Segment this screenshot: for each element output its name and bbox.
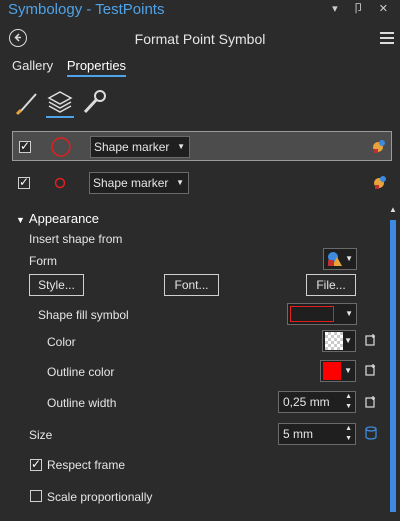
chevron-down-icon: ▼	[344, 366, 352, 375]
color-label: Color	[47, 335, 76, 349]
chevron-down-icon: ▼	[177, 142, 185, 151]
layers-icon[interactable]	[46, 88, 74, 118]
outline-color-picker[interactable]: ▼	[320, 360, 356, 382]
respect-frame-label: Respect frame	[47, 458, 126, 472]
marker-type-value: Shape marker	[93, 176, 169, 190]
marker-type-value: Shape marker	[94, 140, 170, 154]
form-dropdown[interactable]: ▼	[323, 248, 357, 270]
wrench-icon[interactable]	[80, 88, 108, 116]
symbol-layer-row[interactable]: Shape marker ▼	[12, 168, 392, 198]
scale-proportionally-label: Scale proportionally	[47, 490, 153, 504]
outline-width-input[interactable]: 0,25 mm ▲ ▼	[278, 391, 356, 413]
form-label: Form	[29, 254, 57, 268]
marker-type-dropdown[interactable]: Shape marker ▼	[90, 136, 190, 158]
insert-shape-from-label: Insert shape from	[29, 232, 123, 246]
symbol-layer-row[interactable]: Shape marker ▼	[12, 131, 392, 161]
appearance-label: Appearance	[28, 211, 100, 226]
respect-frame-checkbox[interactable]	[30, 457, 42, 471]
shape-fill-symbol-label: Shape fill symbol	[38, 308, 129, 322]
chevron-down-icon: ▼	[344, 336, 352, 345]
paintbrush-icon[interactable]	[14, 88, 42, 116]
file-button[interactable]: File...	[306, 274, 356, 296]
outline-width-label: Outline width	[47, 396, 117, 410]
color-picker[interactable]: ▼	[322, 330, 356, 352]
outline-color-swatch	[323, 362, 341, 380]
marker-color-icon[interactable]	[372, 174, 388, 190]
style-button[interactable]: Style...	[29, 274, 84, 296]
fill-symbol-swatch	[290, 306, 334, 322]
appearance-section-header[interactable]: ▼ Appearance	[16, 211, 99, 226]
chevron-down-icon: ▼	[345, 309, 353, 318]
scrollbar-thumb[interactable]	[390, 220, 396, 512]
transparent-swatch	[325, 332, 343, 350]
layer-visibility-checkbox[interactable]	[19, 139, 31, 153]
outline-width-value: 0,25 mm	[283, 395, 330, 409]
tab-bar: Gallery Properties	[12, 58, 136, 77]
spinner-arrows-icon[interactable]: ▲ ▼	[345, 424, 352, 444]
tab-gallery[interactable]: Gallery	[12, 58, 53, 75]
vertical-scrollbar[interactable]: ▲	[389, 205, 397, 517]
panel-title: Format Point Symbol	[134, 31, 266, 47]
window-controls[interactable]: ▾ 卩 ✕	[332, 0, 394, 18]
collapse-chevron-icon[interactable]: ▼	[16, 215, 25, 225]
add-layer-icon[interactable]	[364, 333, 378, 347]
database-icon[interactable]	[365, 426, 377, 440]
shape-form-icon	[328, 252, 342, 266]
size-input[interactable]: 5 mm ▲ ▼	[278, 423, 356, 445]
chevron-down-icon: ▼	[345, 254, 353, 263]
chevron-down-icon: ▼	[176, 178, 184, 187]
marker-type-dropdown[interactable]: Shape marker ▼	[89, 172, 189, 194]
add-layer-icon[interactable]	[364, 395, 378, 409]
hamburger-menu-icon[interactable]	[380, 30, 394, 47]
marker-preview-icon	[51, 137, 71, 157]
window-title: Symbology - TestPoints	[8, 1, 165, 18]
scroll-up-icon[interactable]: ▲	[389, 205, 397, 214]
scale-proportionally-checkbox[interactable]	[30, 490, 42, 502]
spinner-arrows-icon[interactable]: ▲ ▼	[345, 392, 352, 412]
outline-color-label: Outline color	[47, 365, 115, 379]
tab-properties[interactable]: Properties	[66, 58, 127, 77]
marker-preview-icon	[54, 177, 66, 189]
add-layer-icon[interactable]	[364, 363, 378, 377]
size-value: 5 mm	[283, 427, 313, 441]
layer-visibility-checkbox[interactable]	[18, 175, 30, 189]
marker-color-icon[interactable]	[371, 138, 387, 154]
size-label: Size	[29, 428, 53, 442]
font-button[interactable]: Font...	[164, 274, 219, 296]
shape-fill-symbol-picker[interactable]: ▼	[287, 303, 357, 325]
